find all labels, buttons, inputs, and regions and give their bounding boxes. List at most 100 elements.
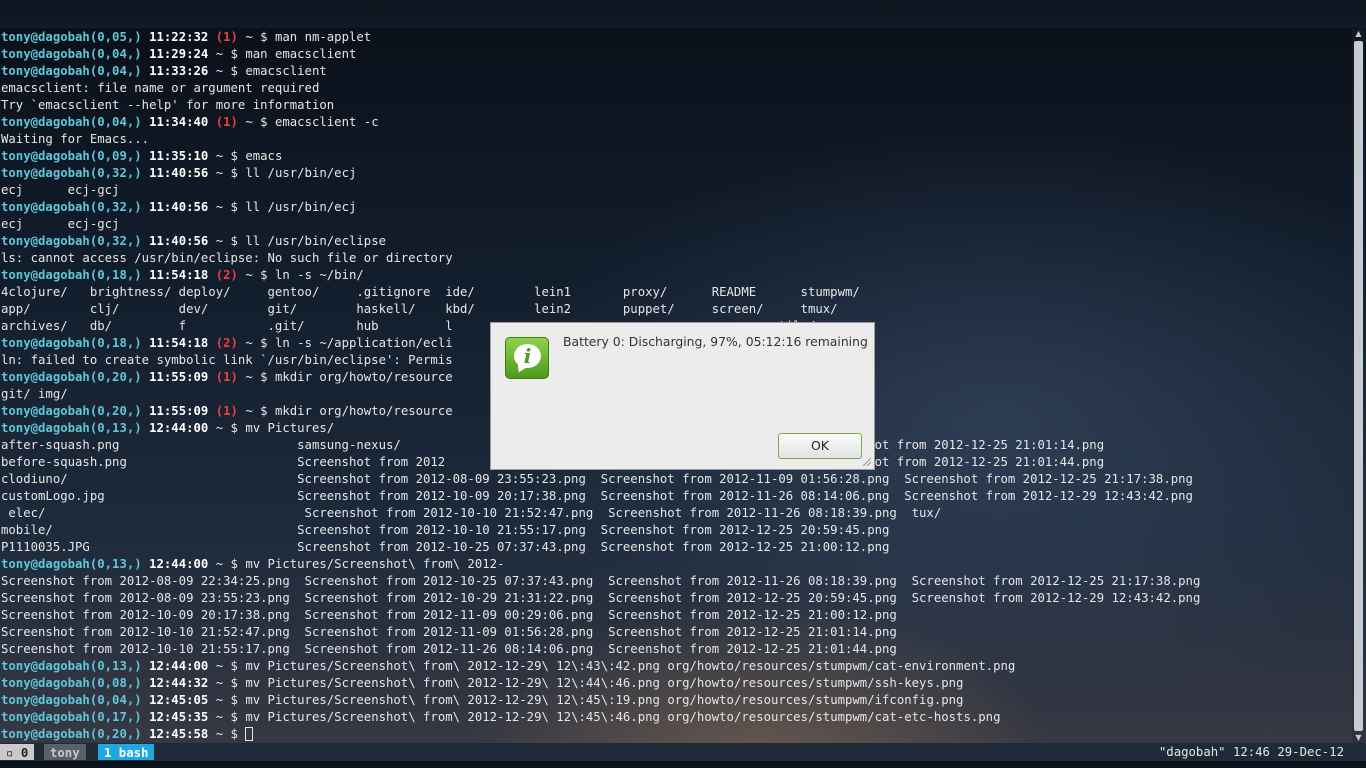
active-window-tab[interactable]: 1 bash [98, 744, 155, 760]
scroll-up-arrow-icon[interactable]: ▲ [1352, 29, 1365, 39]
command-text: ~ $ man nm-applet [245, 30, 372, 44]
command-text: ~ $ mkdir org/howto/resource [245, 370, 453, 384]
output-line: mobile/ Screenshot from 2012-10-10 21:55… [1, 522, 1351, 539]
prompt-line: tony@dagobah(0,32,) 11:40:56 ~ $ ll /usr… [1, 233, 1351, 250]
session-name: tony [44, 744, 86, 760]
status-host-clock: "dagobah" 12:46 29-Dec-12 [1158, 745, 1344, 759]
output-text: app/ clj/ dev/ git/ haskell/ kbd/ lein2 … [1, 302, 838, 316]
output-line: Waiting for Emacs... [1, 131, 1351, 148]
output-line: Try `emacsclient --help' for more inform… [1, 97, 1351, 114]
command-text: ~ $ ln -s ~/bin/ [245, 268, 364, 282]
command-text: ~ $ ll /usr/bin/ecj [215, 200, 357, 214]
command-text: ~ $ man emacsclient [215, 47, 357, 61]
output-text: Screenshot from 2012-10-09 20:17:38.png … [1, 608, 897, 622]
prompt-time: 11:34:40 [149, 115, 209, 129]
output-text: Screenshot from 2012-10-10 21:55:17.png … [1, 642, 897, 656]
command-text: ~ $ mv Pictures/Screenshot\ from\ 2012-1… [215, 659, 1016, 673]
prompt-time: 11:33:26 [149, 64, 209, 78]
command-text: ~ $ emacsclient [215, 64, 327, 78]
top-panel [0, 0, 1366, 28]
prompt-time: 12:45:05 [149, 693, 209, 707]
command-text: ~ $ ll /usr/bin/ecj [215, 166, 357, 180]
prompt-time: 12:44:00 [149, 659, 209, 673]
scrollbar-thumb[interactable] [1354, 41, 1363, 731]
prompt-line: tony@dagobah(0,32,) 11:40:56 ~ $ ll /usr… [1, 165, 1351, 182]
prompt-time: 11:55:09 [149, 404, 209, 418]
output-line: Screenshot from 2012-10-10 21:52:47.png … [1, 624, 1351, 641]
prompt-user-host: tony@dagobah(0,04,) [1, 115, 142, 129]
prompt-line: tony@dagobah(0,09,) 11:35:10 ~ $ emacs [1, 148, 1351, 165]
prompt-time: 11:40:56 [149, 234, 209, 248]
output-line: Screenshot from 2012-10-09 20:17:38.png … [1, 607, 1351, 624]
command-text: ~ $ mv Pictures/Screenshot\ from\ 2012- [215, 557, 505, 571]
prompt-user-host: tony@dagobah(0,18,) [1, 268, 142, 282]
prompt-exit-code: (1) [215, 30, 238, 44]
output-text: ecj ecj-gcj [1, 217, 120, 231]
prompt-time: 12:45:35 [149, 710, 209, 724]
prompt-time: 11:22:32 [149, 30, 209, 44]
prompt-time: 11:54:18 [149, 268, 209, 282]
output-line: clodiuno/ Screenshot from 2012-08-09 23:… [1, 471, 1351, 488]
prompt-time: 11:40:56 [149, 200, 209, 214]
prompt-line: tony@dagobah(0,04,) 12:45:05 ~ $ mv Pict… [1, 692, 1351, 709]
command-text: ~ $ mkdir org/howto/resource [245, 404, 453, 418]
output-line: 4clojure/ brightness/ deploy/ gentoo/ .g… [1, 284, 1351, 301]
command-text: ~ $ mv Pictures/Screenshot\ from\ 2012-1… [215, 693, 964, 707]
window-icon: ▫ [6, 746, 21, 760]
prompt-time: 11:35:10 [149, 149, 209, 163]
command-text: ~ $ emacsclient -c [245, 115, 379, 129]
output-text: P1110035.JPG Screenshot from 2012-10-25 … [1, 540, 890, 554]
prompt-user-host: tony@dagobah(0,13,) [1, 659, 142, 673]
prompt-exit-code: (1) [215, 370, 238, 384]
prompt-exit-code: (2) [215, 336, 238, 350]
output-text: ln: failed to create symbolic link `/usr… [1, 353, 453, 367]
output-text: elec/ Screenshot from 2012-10-10 21:52:4… [1, 506, 942, 520]
output-text: mobile/ Screenshot from 2012-10-10 21:55… [1, 523, 890, 537]
prompt-line: tony@dagobah(0,05,) 11:22:32 (1) ~ $ man… [1, 29, 1351, 46]
output-line: Screenshot from 2012-08-09 22:34:25.png … [1, 573, 1351, 590]
output-line: Screenshot from 2012-10-10 21:55:17.png … [1, 641, 1351, 658]
output-line: elec/ Screenshot from 2012-10-10 21:52:4… [1, 505, 1351, 522]
output-text: Screenshot from 2012-10-10 21:52:47.png … [1, 625, 897, 639]
prompt-user-host: tony@dagobah(0,32,) [1, 234, 142, 248]
output-text: Screenshot from 2012-08-09 22:34:25.png … [1, 574, 1201, 588]
command-text: ~ $ ln -s ~/application/ecli [245, 336, 453, 350]
prompt-line: tony@dagobah(0,13,) 12:44:00 ~ $ mv Pict… [1, 658, 1351, 675]
prompt-exit-code: (1) [215, 404, 238, 418]
prompt-user-host: tony@dagobah(0,09,) [1, 149, 142, 163]
prompt-line: tony@dagobah(0,13,) 12:44:00 ~ $ mv Pict… [1, 556, 1351, 573]
output-line: P1110035.JPG Screenshot from 2012-10-25 … [1, 539, 1351, 556]
prompt-line: tony@dagobah(0,04,) 11:34:40 (1) ~ $ ema… [1, 114, 1351, 131]
prompt-user-host: tony@dagobah(0,13,) [1, 421, 142, 435]
output-line: ecj ecj-gcj [1, 182, 1351, 199]
prompt-time: 11:54:18 [149, 336, 209, 350]
output-text: clodiuno/ Screenshot from 2012-08-09 23:… [1, 472, 1193, 486]
prompt-exit-code: (2) [215, 268, 238, 282]
scroll-down-arrow-icon[interactable]: ▼ [1352, 733, 1365, 743]
battery-notification-dialog: i Battery 0: Discharging, 97%, 05:12:16 … [490, 322, 875, 470]
window-zero-tab[interactable]: ▫ 0 [0, 744, 35, 760]
output-line: emacsclient: file name or argument requi… [1, 80, 1351, 97]
prompt-user-host: tony@dagobah(0,13,) [1, 557, 142, 571]
output-line: ecj ecj-gcj [1, 216, 1351, 233]
prompt-line: tony@dagobah(0,32,) 11:40:56 ~ $ ll /usr… [1, 199, 1351, 216]
prompt-user-host: tony@dagobah(0,04,) [1, 64, 142, 78]
prompt-time: 12:44:00 [149, 421, 209, 435]
prompt-user-host: tony@dagobah(0,18,) [1, 336, 142, 350]
resize-grip-icon[interactable] [863, 458, 871, 466]
prompt-user-host: tony@dagobah(0,32,) [1, 166, 142, 180]
prompt-line: tony@dagobah(0,20,) 12:45:58 ~ $ [1, 726, 1351, 743]
command-text: ~ $ ll /usr/bin/eclipse [215, 234, 386, 248]
terminal-scrollbar[interactable]: ▲ ▼ [1352, 29, 1365, 743]
prompt-user-host: tony@dagobah(0,05,) [1, 30, 142, 44]
ok-button[interactable]: OK [778, 433, 862, 459]
output-text: emacsclient: file name or argument requi… [1, 81, 320, 95]
tmux-status-bar: ▫ 0 tony 1 bash "dagobah" 12:46 29-Dec-1… [0, 743, 1366, 761]
prompt-user-host: tony@dagobah(0,20,) [1, 404, 142, 418]
prompt-user-host: tony@dagobah(0,04,) [1, 693, 142, 707]
output-text: 4clojure/ brightness/ deploy/ gentoo/ .g… [1, 285, 860, 299]
bottom-edge [0, 761, 1366, 768]
prompt-user-host: tony@dagobah(0,04,) [1, 47, 142, 61]
output-line: customLogo.jpg Screenshot from 2012-10-0… [1, 488, 1351, 505]
command-text: ~ $ emacs [215, 149, 283, 163]
